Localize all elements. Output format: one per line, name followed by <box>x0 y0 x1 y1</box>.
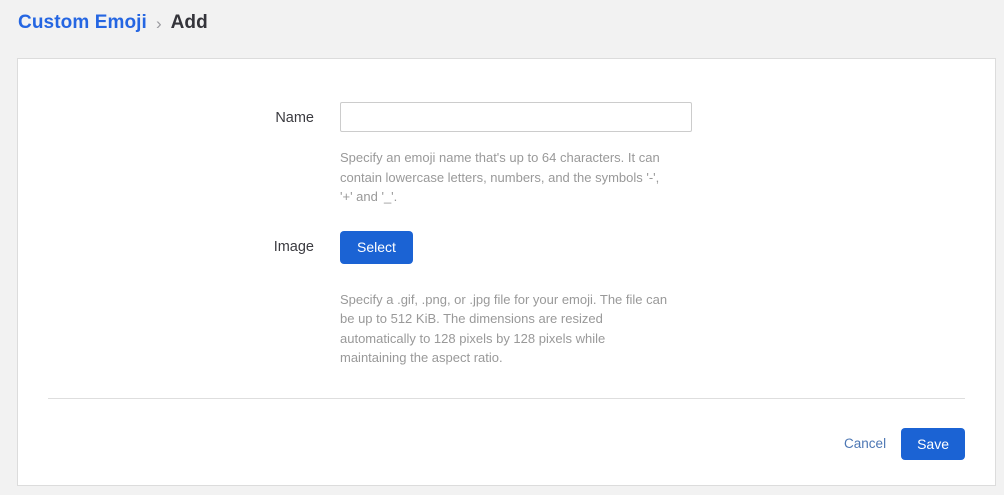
footer-divider <box>48 397 965 399</box>
add-emoji-card: Name Specify an emoji name that's up to … <box>17 58 996 486</box>
name-help-text: Specify an emoji name that's up to 64 ch… <box>340 150 660 204</box>
breadcrumb-chevron-icon: › <box>155 13 162 33</box>
image-label: Image <box>273 238 314 255</box>
add-emoji-form: Name Specify an emoji name that's up to … <box>18 59 995 460</box>
breadcrumb-current-add: Add <box>170 12 208 33</box>
breadcrumb: Custom Emoji › Add <box>0 0 1004 58</box>
name-label: Name <box>275 110 314 126</box>
image-help-text: Specify a .gif, .png, or .jpg file for y… <box>340 291 668 366</box>
cancel-link[interactable]: Cancel <box>844 436 886 451</box>
breadcrumb-link-custom-emoji[interactable]: Custom Emoji <box>18 12 147 34</box>
name-form-group: Name Specify an emoji name that's up to … <box>48 102 965 207</box>
save-button[interactable]: Save <box>901 427 965 460</box>
select-image-button[interactable]: Select <box>340 230 413 264</box>
form-footer: Cancel Save <box>48 427 965 460</box>
image-form-group: Image Select Specify a .gif, .png, or .j… <box>48 230 965 368</box>
emoji-name-input[interactable] <box>340 102 692 132</box>
